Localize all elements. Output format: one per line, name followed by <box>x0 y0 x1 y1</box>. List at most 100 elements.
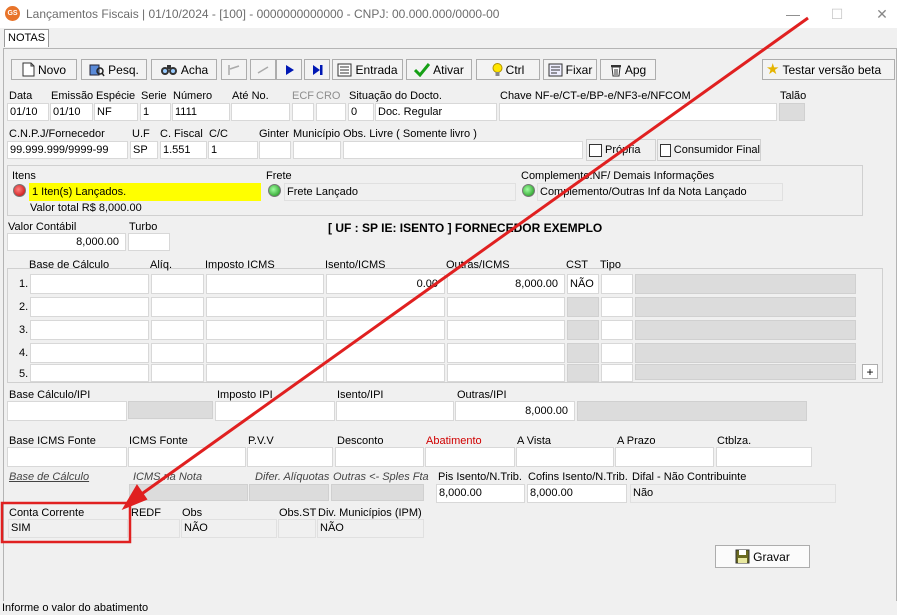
row5-outras-field[interactable] <box>447 364 565 382</box>
icms-fonte-field[interactable] <box>128 447 246 467</box>
ctrl-button[interactable]: Ctrl <box>476 59 540 80</box>
pvv-field[interactable] <box>247 447 333 467</box>
row4-aliq-field[interactable] <box>151 343 204 363</box>
valor-contabil-field[interactable]: 8,000.00 <box>7 233 126 251</box>
row4-isento-field[interactable] <box>326 343 445 363</box>
cofins-isento-field[interactable]: 8,000.00 <box>527 484 627 503</box>
ecf-field[interactable] <box>292 103 314 121</box>
serie-field[interactable]: 1 <box>140 103 171 121</box>
propria-checkbox[interactable]: Própria <box>586 139 656 161</box>
row1-tipo-field[interactable] <box>601 274 633 294</box>
consumidor-final-checkbox[interactable]: Consumidor Final <box>657 139 761 161</box>
row4-cst-field[interactable] <box>567 343 599 363</box>
cc-field[interactable]: 1 <box>208 141 258 159</box>
gravar-button[interactable]: Gravar <box>715 545 810 568</box>
emissao-field[interactable]: 01/10 <box>50 103 93 121</box>
row2-base-field[interactable] <box>30 297 149 317</box>
add-row-button[interactable]: + <box>862 364 878 379</box>
row5-cst-field[interactable] <box>567 364 599 382</box>
outras-ipi-field[interactable]: 8,000.00 <box>455 401 575 421</box>
row3-tipo-field[interactable] <box>601 320 633 340</box>
close-button[interactable]: ✕ <box>867 4 897 24</box>
itens-status-field[interactable]: 1 Iten(s) Lançados. <box>29 183 261 201</box>
row5-tipo-field[interactable] <box>601 364 633 382</box>
first-record-button[interactable] <box>221 59 247 80</box>
row2-tipo-field[interactable] <box>601 297 633 317</box>
pis-isento-field[interactable]: 8,000.00 <box>436 484 525 503</box>
desconto-field[interactable] <box>335 447 424 467</box>
numero-field[interactable]: 1111 <box>172 103 230 121</box>
row5-base-field[interactable] <box>30 364 149 382</box>
redf-field[interactable] <box>130 519 180 538</box>
data-field[interactable]: 01/10 <box>7 103 49 121</box>
situacao-code-field[interactable]: 0 <box>348 103 374 121</box>
cro-field[interactable] <box>316 103 346 121</box>
complemento-status-field[interactable]: Complemento/Outras Inf da Nota Lançado <box>537 183 783 201</box>
acha-button[interactable]: Acha <box>151 59 217 80</box>
row1-imposto-field[interactable] <box>206 274 324 294</box>
novo-button[interactable]: Novo <box>11 59 77 80</box>
uf-field[interactable]: SP <box>130 141 158 159</box>
pesq-button[interactable]: Pesq. <box>81 59 147 80</box>
row2-cst-field[interactable] <box>567 297 599 317</box>
row1-outras-field[interactable]: 8,000.00 <box>447 274 565 294</box>
div-municipios-field[interactable]: NÃO <box>317 519 424 538</box>
entrada-button[interactable]: Entrada <box>332 59 403 80</box>
row2-aliq-field[interactable] <box>151 297 204 317</box>
ativar-button[interactable]: Ativar <box>406 59 472 80</box>
row3-base-field[interactable] <box>30 320 149 340</box>
especie-field[interactable]: NF <box>94 103 138 121</box>
talao-field[interactable] <box>779 103 805 121</box>
obs-field[interactable]: NÃO <box>181 519 277 538</box>
obs-livre-field[interactable] <box>343 141 583 159</box>
frete-status-field[interactable]: Frete Lançado <box>284 183 516 201</box>
tab-notas[interactable]: NOTAS <box>4 29 50 47</box>
row5-isento-field[interactable] <box>326 364 445 382</box>
row5-aliq-field[interactable] <box>151 364 204 382</box>
apg-button[interactable]: Apg <box>600 59 656 80</box>
imposto-ipi-field[interactable] <box>215 401 335 421</box>
maximize-button[interactable]: ☐ <box>822 4 852 24</box>
isento-ipi-field[interactable] <box>336 401 454 421</box>
row5-imposto-field[interactable] <box>206 364 324 382</box>
minimize-button[interactable]: — <box>778 4 808 24</box>
row4-base-field[interactable] <box>30 343 149 363</box>
row3-cst-field[interactable] <box>567 320 599 340</box>
last-record-button[interactable] <box>304 59 330 80</box>
row2-isento-field[interactable] <box>326 297 445 317</box>
turbo-field[interactable] <box>128 233 170 251</box>
ctblza-field[interactable] <box>716 447 812 467</box>
difal-field[interactable]: Não <box>630 484 836 503</box>
base-icms-fonte-field[interactable] <box>7 447 127 467</box>
row1-isento-field[interactable]: 0.00 <box>326 274 445 294</box>
row1-aliq-field[interactable] <box>151 274 204 294</box>
ginter-field[interactable] <box>259 141 291 159</box>
row3-aliq-field[interactable] <box>151 320 204 340</box>
next-record-button[interactable] <box>276 59 302 80</box>
row4-imposto-field[interactable] <box>206 343 324 363</box>
row1-cst-field[interactable]: NÃO <box>567 274 599 294</box>
municipio-field[interactable] <box>293 141 341 159</box>
row3-imposto-field[interactable] <box>206 320 324 340</box>
row3-isento-field[interactable] <box>326 320 445 340</box>
obs-st-field[interactable] <box>278 519 316 538</box>
ate-no-field[interactable] <box>231 103 290 121</box>
row4-tipo-field[interactable] <box>601 343 633 363</box>
a-prazo-field[interactable] <box>615 447 714 467</box>
abatimento-field[interactable] <box>425 447 515 467</box>
a-vista-field[interactable] <box>516 447 614 467</box>
testar-versao-beta-button[interactable]: ★ Testar versão beta <box>762 59 895 80</box>
cnpj-field[interactable]: 99.999.999/9999-99 <box>7 141 128 159</box>
cfiscal-field[interactable]: 1.551 <box>160 141 207 159</box>
propria-check-box[interactable] <box>589 143 602 157</box>
row2-outras-field[interactable] <box>447 297 565 317</box>
row3-outras-field[interactable] <box>447 320 565 340</box>
base-ipi-field[interactable] <box>7 401 127 421</box>
chave-field[interactable] <box>499 103 777 121</box>
fixar-button[interactable]: Fixar <box>543 59 597 80</box>
row4-outras-field[interactable] <box>447 343 565 363</box>
row2-imposto-field[interactable] <box>206 297 324 317</box>
conta-corrente-field[interactable]: SIM <box>8 519 128 538</box>
row1-base-field[interactable] <box>30 274 149 294</box>
previous-record-button[interactable] <box>250 59 276 80</box>
